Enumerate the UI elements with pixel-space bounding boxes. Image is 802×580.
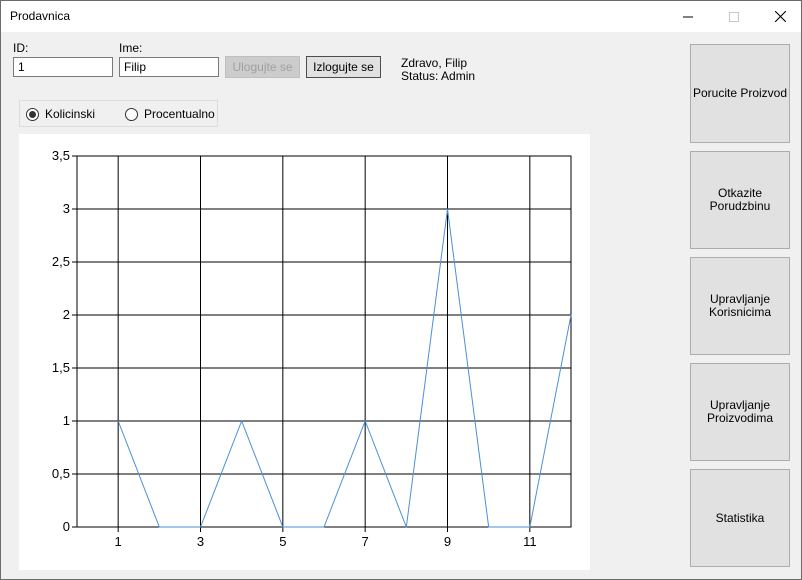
manage-products-button[interactable]: Upravljanje Proizvodima xyxy=(690,363,790,461)
data-point xyxy=(529,526,531,528)
y-tick-label: 3,5 xyxy=(52,148,70,163)
close-icon xyxy=(774,11,786,22)
data-point xyxy=(200,526,201,528)
login-button[interactable]: Ulogujte se xyxy=(225,56,300,78)
data-point xyxy=(323,526,325,528)
radio-percent[interactable]: Procentualno xyxy=(125,107,215,121)
y-tick-label: 1,5 xyxy=(52,360,70,375)
minimize-icon xyxy=(683,16,693,17)
plot-frame xyxy=(76,155,572,528)
close-button[interactable] xyxy=(757,1,802,32)
radio-quantity-label: Kolicinski xyxy=(45,107,96,121)
x-tick-label: 11 xyxy=(523,534,537,549)
x-tick-label: 1 xyxy=(115,534,122,549)
chart-panel: 0 0,5 1 1,5 2 2,5 3 3,5 1 3 5 7 9 11 xyxy=(19,134,590,570)
radio-selected-icon xyxy=(26,107,39,121)
name-input[interactable] xyxy=(119,57,219,77)
title-bar: Prodavnica xyxy=(1,1,801,32)
y-tick-label: 3 xyxy=(63,201,70,216)
radio-quantity[interactable]: Kolicinski xyxy=(26,107,95,121)
x-tick-label: 7 xyxy=(362,534,369,549)
id-label: ID: xyxy=(13,41,29,55)
app-window: Prodavnica ID: Ime: Ulogujte se Izlogujt… xyxy=(0,0,802,580)
data-point xyxy=(447,208,448,210)
data-point xyxy=(117,420,119,422)
maximize-icon xyxy=(729,11,739,22)
data-point xyxy=(488,526,490,528)
data-point xyxy=(405,526,407,528)
data-point xyxy=(282,526,284,528)
line-chart: 0 0,5 1 1,5 2 2,5 3 3,5 1 3 5 7 9 11 xyxy=(52,148,572,549)
x-tick-label: 9 xyxy=(444,534,451,549)
radio-unselected-icon xyxy=(125,107,138,121)
y-tick-label: 0,5 xyxy=(52,466,70,481)
greeting-text: Zdravo, Filip xyxy=(401,56,468,70)
mode-radio-group: Kolicinski Procentualno xyxy=(19,100,218,127)
y-tick-label: 2,5 xyxy=(52,254,70,269)
x-tick-label: 5 xyxy=(279,534,286,549)
y-tick-label: 0 xyxy=(63,519,70,534)
name-label: Ime: xyxy=(119,41,143,55)
maximize-button[interactable] xyxy=(711,1,757,32)
logout-button[interactable]: Izlogujte se xyxy=(306,56,381,78)
x-tick-label: 3 xyxy=(197,534,204,549)
order-product-button[interactable]: Porucite Proizvod xyxy=(690,44,790,143)
manage-users-button[interactable]: Upravljanje Korisnicima xyxy=(690,257,790,355)
y-tick-label: 1 xyxy=(63,413,70,428)
data-point xyxy=(570,314,572,316)
data-point xyxy=(364,420,366,422)
data-point xyxy=(241,420,243,422)
y-tick-label: 2 xyxy=(63,307,70,322)
id-input[interactable] xyxy=(13,57,113,77)
statistics-button[interactable]: Statistika xyxy=(690,469,790,567)
radio-percent-label: Procentualno xyxy=(144,107,215,121)
cancel-order-button[interactable]: Otkazite Porudzbinu xyxy=(690,151,790,249)
status-text: Status: Admin xyxy=(401,69,476,83)
window-title: Prodavnica xyxy=(10,9,71,23)
data-point xyxy=(158,526,160,528)
minimize-button[interactable] xyxy=(665,1,711,32)
